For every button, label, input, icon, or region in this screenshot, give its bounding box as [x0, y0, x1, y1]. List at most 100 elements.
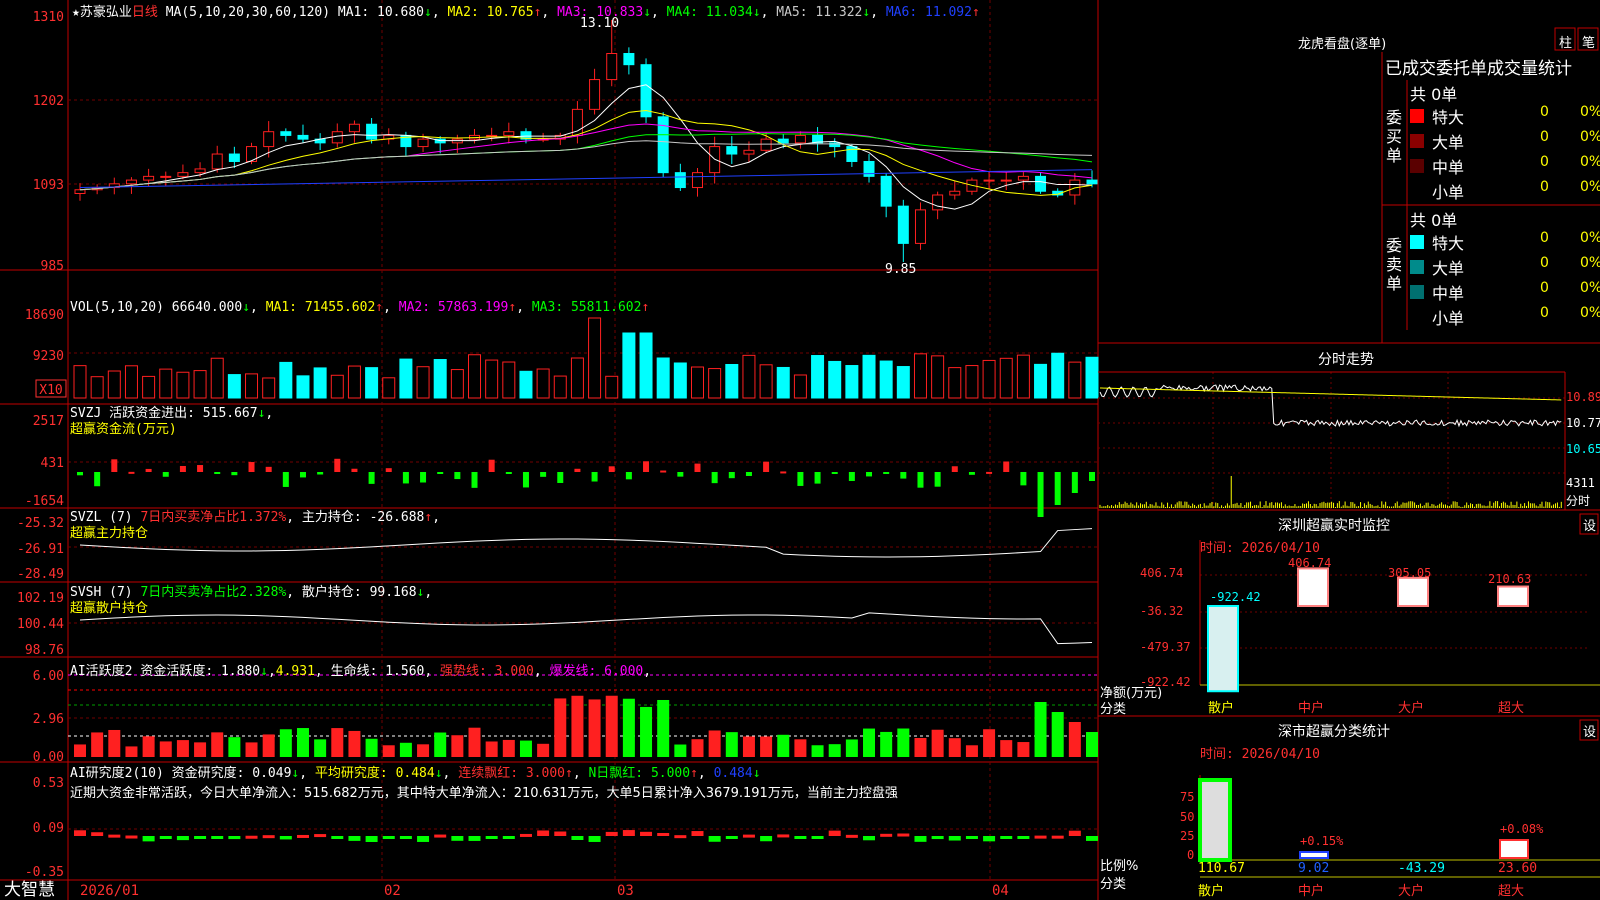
- candle-body[interactable]: [228, 153, 240, 162]
- candle-body[interactable]: [503, 131, 515, 136]
- candle-body[interactable]: [331, 131, 343, 144]
- candle-body[interactable]: [143, 175, 155, 181]
- candle-body[interactable]: [263, 131, 275, 148]
- ai1-bar: [194, 742, 207, 757]
- classify-bar[interactable]: [1299, 851, 1329, 859]
- svzj-bar: [197, 465, 204, 472]
- volume-bar: [519, 370, 533, 399]
- svzj-bar: [745, 472, 752, 476]
- candle-body[interactable]: [949, 190, 961, 196]
- ai2-bar: [228, 836, 241, 840]
- ai1-bar: [554, 698, 567, 757]
- ai2-bar: [708, 836, 721, 842]
- monitor-bar[interactable]: [1497, 585, 1529, 607]
- candle-body[interactable]: [1086, 179, 1098, 185]
- svzj-bar: [368, 472, 375, 484]
- ai1-bar: [948, 738, 961, 757]
- ai1-bar: [1086, 732, 1098, 757]
- candle-body[interactable]: [674, 172, 686, 189]
- candle-body[interactable]: [760, 138, 772, 151]
- monitor-bar[interactable]: [1397, 576, 1429, 607]
- period-label[interactable]: 日线: [132, 5, 158, 20]
- candle-body[interactable]: [589, 79, 601, 110]
- classify-title: 深市超赢分类统计: [1278, 724, 1390, 740]
- candle-body[interactable]: [1035, 175, 1047, 192]
- ai1-bar: [725, 732, 738, 757]
- candle-body[interactable]: [348, 123, 360, 133]
- candle-body[interactable]: [777, 138, 789, 144]
- volume-bar: [965, 365, 979, 399]
- candle-body[interactable]: [297, 134, 309, 140]
- candle-body[interactable]: [1000, 179, 1012, 182]
- candle-body[interactable]: [606, 53, 618, 81]
- vol-tick: 9230: [33, 349, 64, 364]
- column-mode-button[interactable]: 柱: [1559, 32, 1572, 51]
- ai1-bar: [451, 735, 464, 757]
- volume-bar: [622, 332, 636, 399]
- ai2-bar: [640, 831, 653, 836]
- sell-row-count: 0: [1540, 255, 1549, 271]
- monitor-settings-button[interactable]: 设: [1583, 515, 1596, 534]
- ai1-bar: [211, 732, 224, 757]
- ma1-value: 10.680: [377, 5, 424, 20]
- svzj-bar: [1054, 472, 1061, 505]
- star-icon[interactable]: ★: [72, 5, 80, 20]
- candle-body[interactable]: [417, 138, 429, 148]
- candle-body[interactable]: [125, 179, 137, 185]
- ai1-bar: [880, 731, 893, 757]
- candle-body[interactable]: [74, 189, 86, 194]
- svzj-bar: [917, 472, 924, 488]
- svzj-bar: [625, 472, 632, 480]
- volume-bar: [262, 377, 276, 399]
- classify-bar[interactable]: [1198, 778, 1232, 862]
- monitor-bar[interactable]: [1207, 605, 1239, 693]
- candle-body[interactable]: [194, 168, 206, 174]
- candle-body[interactable]: [177, 172, 189, 177]
- candle-body[interactable]: [914, 209, 926, 244]
- classify-bar[interactable]: [1499, 839, 1529, 859]
- candle-body[interactable]: [691, 172, 703, 189]
- sell-row-label: 中单: [1432, 284, 1465, 303]
- volume-bar: [776, 366, 790, 399]
- vol-tick: 18690: [25, 308, 64, 323]
- candle-body[interactable]: [897, 205, 909, 244]
- volume-bar: [725, 364, 739, 399]
- ai2-bar: [828, 830, 841, 836]
- ai1-bar: [159, 741, 172, 757]
- monitor-bar[interactable]: [1297, 567, 1329, 608]
- ma1-arrow: ↓: [424, 5, 432, 20]
- volume-bar: [330, 374, 344, 399]
- candle-body[interactable]: [880, 175, 892, 207]
- candle-body[interactable]: [794, 134, 806, 144]
- ai2-bar: [777, 834, 790, 838]
- ai2-bar: [125, 835, 138, 839]
- candle-body[interactable]: [211, 153, 223, 170]
- ai1-bar: [485, 741, 498, 757]
- classify-settings-button[interactable]: 设: [1583, 721, 1596, 740]
- ai1-bar: [1017, 742, 1030, 757]
- ai2-bar: [897, 833, 910, 837]
- svzj-bar: [385, 468, 392, 472]
- candle-body[interactable]: [726, 146, 738, 155]
- svzj-label: 活跃资金进出:: [109, 406, 195, 421]
- candle-body[interactable]: [160, 175, 172, 178]
- candle-body[interactable]: [640, 64, 652, 118]
- candle-body[interactable]: [623, 53, 635, 66]
- volume-bar: [553, 375, 567, 399]
- ai1-bar: [1000, 740, 1013, 757]
- candle-body[interactable]: [743, 149, 755, 155]
- tick-mode-button[interactable]: 笔: [1582, 32, 1595, 51]
- candle-body[interactable]: [932, 194, 944, 211]
- candle-body[interactable]: [366, 123, 378, 140]
- volume-bar: [673, 362, 687, 399]
- candle-body[interactable]: [486, 134, 498, 137]
- volume-bar: [210, 357, 224, 399]
- ai2-bar: [279, 836, 292, 840]
- ai2-bar: [725, 836, 738, 839]
- svzj-bar: [488, 459, 495, 472]
- classify-value: 9.02: [1298, 861, 1330, 876]
- sell-row-swatch: [1410, 235, 1424, 249]
- candle-body[interactable]: [1017, 175, 1029, 181]
- candle-body[interactable]: [280, 131, 292, 136]
- candle-body[interactable]: [983, 179, 995, 182]
